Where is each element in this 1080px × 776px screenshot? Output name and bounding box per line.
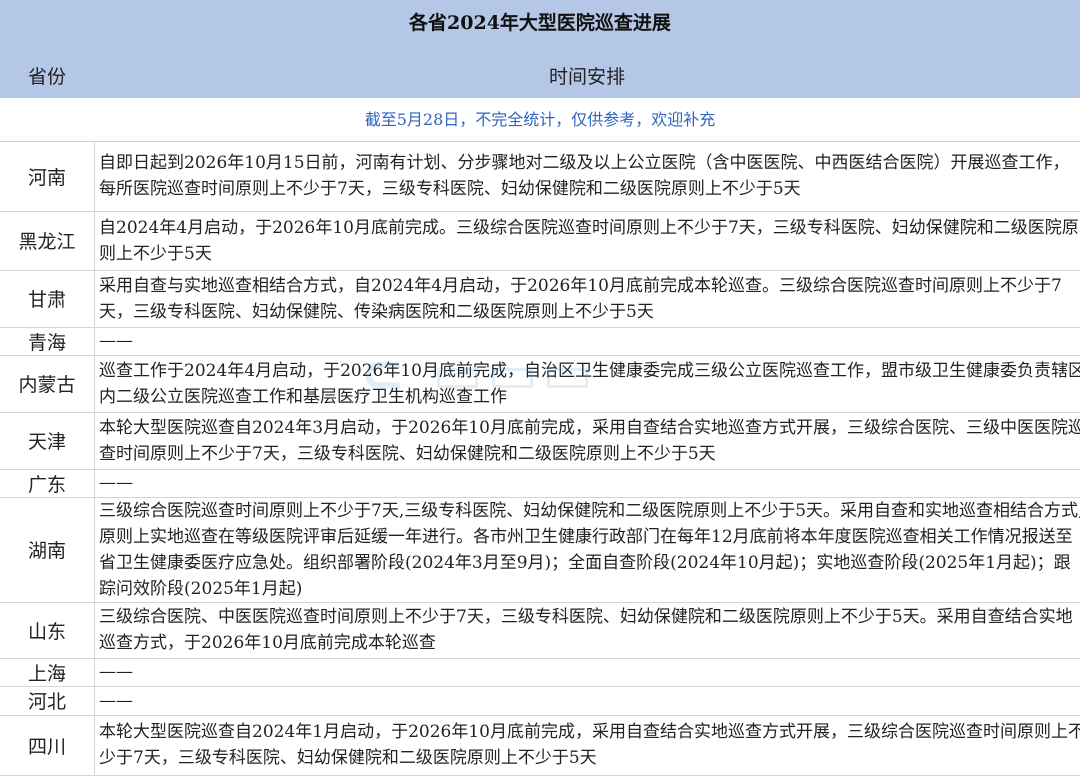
province-cell: 甘肃 <box>0 270 95 327</box>
schedule-cell: 三级综合医院巡查时间原则上不少于7天,三级专科医院、妇幼保健院和二级医院原则上不… <box>95 497 1080 602</box>
province-hospital-inspection-table: 各省2024年大型医院巡查进展 省份 时间安排 截至5月28日，不完全统计，仅供… <box>0 0 1080 770</box>
province-cell: 山东 <box>0 602 95 658</box>
data-table: 河南 自即日起到2026年10月15日前，河南有计划、分步骤地对二级及以上公立医… <box>0 142 1080 776</box>
table-row: 青海 —— <box>0 327 1080 355</box>
table-row: 广东 —— <box>0 469 1080 497</box>
table-row: 甘肃 采用自查与实地巡查相结合方式，自2024年4月启动，于2026年10月底前… <box>0 270 1080 327</box>
table-row: 山东 三级综合医院、中医医院巡查时间原则上不少于7天，三级专科医院、妇幼保健院和… <box>0 602 1080 658</box>
schedule-cell: —— <box>95 469 1080 497</box>
schedule-cell: —— <box>95 327 1080 355</box>
table-row: 河北 —— <box>0 686 1080 715</box>
schedule-cell: —— <box>95 686 1080 715</box>
province-cell: 河北 <box>0 686 95 715</box>
schedule-cell: 自即日起到2026年10月15日前，河南有计划、分步骤地对二级及以上公立医院（含… <box>95 142 1080 211</box>
table-title: 各省2024年大型医院巡查进展 <box>0 8 1080 38</box>
table-row: 黑龙江 自2024年4月启动，于2026年10月底前完成。三级综合医院巡查时间原… <box>0 211 1080 270</box>
province-cell: 青海 <box>0 327 95 355</box>
table-row: 湖南 三级综合医院巡查时间原则上不少于7天,三级专科医院、妇幼保健院和二级医院原… <box>0 497 1080 602</box>
schedule-cell: 三级综合医院、中医医院巡查时间原则上不少于7天，三级专科医院、妇幼保健院和二级医… <box>95 602 1080 658</box>
province-cell: 河南 <box>0 142 95 211</box>
schedule-cell: —— <box>95 658 1080 686</box>
note-row: 截至5月28日，不完全统计，仅供参考，欢迎补充 <box>0 98 1080 142</box>
table-header: 各省2024年大型医院巡查进展 省份 时间安排 <box>0 0 1080 98</box>
schedule-cell: 本轮大型医院巡查自2024年1月启动，于2026年10月底前完成，采用自查结合实… <box>95 715 1080 775</box>
province-cell: 黑龙江 <box>0 211 95 270</box>
province-cell: 广东 <box>0 469 95 497</box>
schedule-cell: 本轮大型医院巡查自2024年3月启动，于2026年10月底前完成，采用自查结合实… <box>95 412 1080 469</box>
province-cell: 天津 <box>0 412 95 469</box>
schedule-cell: 采用自查与实地巡查相结合方式，自2024年4月启动，于2026年10月底前完成本… <box>95 270 1080 327</box>
column-header-province: 省份 <box>0 62 94 92</box>
province-cell: 内蒙古 <box>0 355 95 412</box>
table-row: 河南 自即日起到2026年10月15日前，河南有计划、分步骤地对二级及以上公立医… <box>0 142 1080 211</box>
schedule-cell: 巡查工作于2024年4月启动，于2026年10月底前完成，自治区卫生健康委完成三… <box>95 355 1080 412</box>
table-row: 天津 本轮大型医院巡查自2024年3月启动，于2026年10月底前完成，采用自查… <box>0 412 1080 469</box>
table-row: 内蒙古 巡查工作于2024年4月启动，于2026年10月底前完成，自治区卫生健康… <box>0 355 1080 412</box>
province-cell: 湖南 <box>0 497 95 602</box>
schedule-cell: 自2024年4月启动，于2026年10月底前完成。三级综合医院巡查时间原则上不少… <box>95 211 1080 270</box>
column-header-schedule: 时间安排 <box>94 62 1080 92</box>
province-cell: 上海 <box>0 658 95 686</box>
table-row: 四川 本轮大型医院巡查自2024年1月启动，于2026年10月底前完成，采用自查… <box>0 715 1080 775</box>
province-cell: 四川 <box>0 715 95 775</box>
table-row: 上海 —— <box>0 658 1080 686</box>
